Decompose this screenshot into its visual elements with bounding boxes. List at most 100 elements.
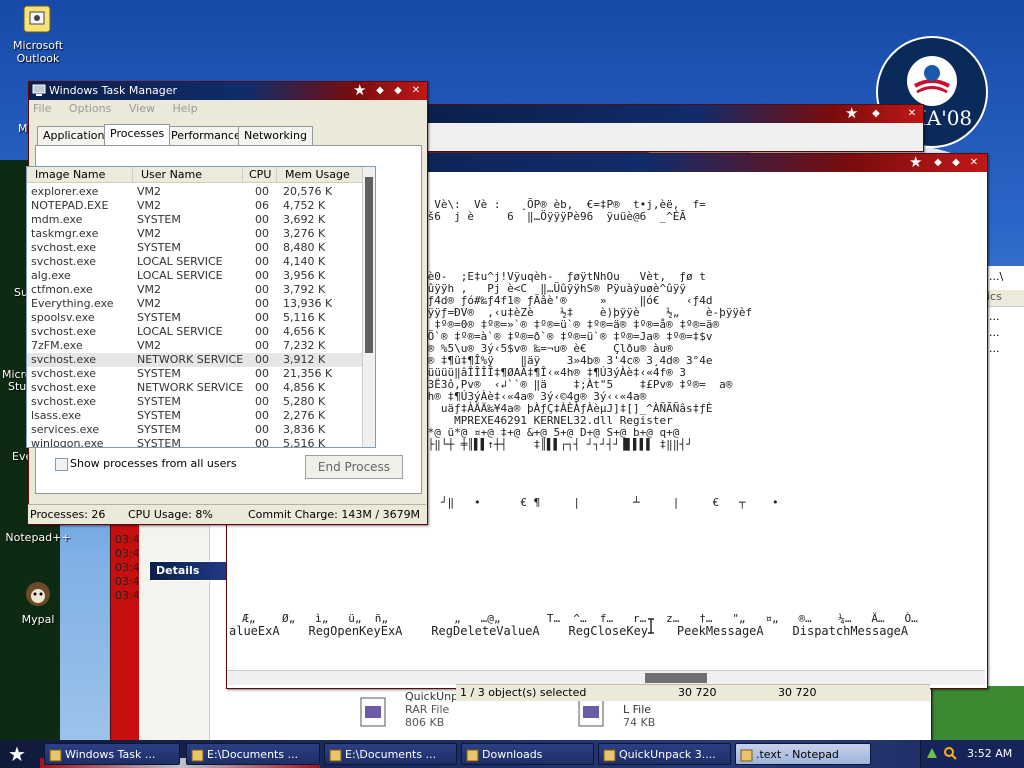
process-row[interactable]: svchost.exe SYSTEM 00 5,280 K xyxy=(27,395,367,409)
close-button[interactable]: ✕ xyxy=(905,107,919,120)
show-all-users-checkbox[interactable] xyxy=(55,458,68,471)
scroll-thumb[interactable] xyxy=(645,673,707,683)
process-mem-usage: 13,936 K xyxy=(283,297,333,310)
network-icon[interactable] xyxy=(925,746,939,760)
middle-window-titlebar[interactable]: ★ ◆ ✕ xyxy=(421,105,923,123)
process-user-name: SYSTEM xyxy=(137,241,181,254)
minimize-button[interactable]: ◆ xyxy=(373,84,387,97)
start-button[interactable]: ★ xyxy=(4,742,30,766)
middle-window[interactable]: ★ ◆ ✕ xyxy=(420,104,924,152)
process-row[interactable]: ctfmon.exe VM2 00 3,792 K xyxy=(27,283,367,297)
system-tray: 3:52 AM xyxy=(920,740,1024,768)
taskbar: ★ Windows Task ... E:\Documents ... E:\Doc… xyxy=(0,740,1024,768)
process-row[interactable]: svchost.exe LOCAL SERVICE 00 4,140 K xyxy=(27,255,367,269)
scroll-thumb[interactable] xyxy=(365,177,373,353)
process-image-name: 7zFM.exe xyxy=(31,339,83,352)
process-row[interactable]: taskmgr.exe VM2 00 3,276 K xyxy=(27,227,367,241)
task-icon xyxy=(466,748,479,762)
process-image-name: svchost.exe xyxy=(31,381,97,394)
minimize-button[interactable]: ◆ xyxy=(931,156,945,169)
close-button[interactable]: ✕ xyxy=(967,156,981,169)
column-header-user-name[interactable]: User Name xyxy=(133,167,243,183)
monitor-icon xyxy=(32,84,46,97)
process-row[interactable]: Everything.exe VM2 00 13,936 K xyxy=(27,297,367,311)
process-user-name: SYSTEM xyxy=(137,423,181,436)
process-cpu: 00 xyxy=(255,325,269,338)
process-mem-usage: 8,480 K xyxy=(283,241,326,254)
side-frag: ... xyxy=(989,310,1000,323)
time-cell: 03:4 xyxy=(115,589,140,602)
menu-options[interactable]: Options xyxy=(69,102,111,115)
process-user-name: SYSTEM xyxy=(137,367,181,380)
column-header-cpu[interactable]: CPU xyxy=(243,167,277,183)
menu-help[interactable]: Help xyxy=(172,102,197,115)
process-row[interactable]: NOTEPAD.EXE VM2 06 4,752 K xyxy=(27,199,367,213)
process-cpu: 00 xyxy=(255,395,269,408)
taskbar-task-button[interactable]: E:\Documents ... xyxy=(186,743,320,765)
process-user-name: VM2 xyxy=(137,227,162,240)
process-user-name: SYSTEM xyxy=(137,213,181,226)
desktop-icon-mypal[interactable]: Mypal xyxy=(0,578,76,626)
tab-processes[interactable]: Processes xyxy=(104,124,171,145)
desktop-icon-outlook[interactable]: Microsoft Outlook xyxy=(0,4,76,65)
taskbar-task-button[interactable]: Windows Task ... xyxy=(44,743,180,765)
end-process-button[interactable]: End Process xyxy=(305,455,403,479)
process-row[interactable]: svchost.exe LOCAL SERVICE 00 4,656 K xyxy=(27,325,367,339)
maximize-button[interactable]: ◆ xyxy=(391,84,405,97)
tab-performance[interactable]: Performance xyxy=(165,126,247,145)
task-manager-menubar: File Options View Help xyxy=(33,102,212,118)
column-header-image-name[interactable]: Image Name xyxy=(27,167,133,183)
horizontal-scrollbar[interactable] xyxy=(227,670,985,685)
process-user-name: LOCAL SERVICE xyxy=(137,325,223,338)
column-label: CPU xyxy=(249,168,272,181)
process-cpu: 00 xyxy=(255,409,269,422)
task-manager-titlebar[interactable]: Windows Task Manager ★ ◆ ◆ ✕ xyxy=(29,82,427,100)
process-row[interactable]: alg.exe LOCAL SERVICE 00 3,956 K xyxy=(27,269,367,283)
maximize-button[interactable]: ◆ xyxy=(949,156,963,169)
process-row[interactable]: lsass.exe SYSTEM 00 2,276 K xyxy=(27,409,367,423)
process-user-name: LOCAL SERVICE xyxy=(137,269,223,282)
process-row[interactable]: svchost.exe SYSTEM 00 21,356 K xyxy=(27,367,367,381)
process-image-name: NOTEPAD.EXE xyxy=(31,199,109,212)
process-list-scrollbar[interactable] xyxy=(362,167,375,447)
file-size: 806 KB xyxy=(405,716,445,729)
details-header[interactable]: Details xyxy=(149,561,235,581)
process-mem-usage: 21,356 K xyxy=(283,367,333,380)
process-cpu: 00 xyxy=(255,367,269,380)
process-row[interactable]: svchost.exe SYSTEM 00 8,480 K xyxy=(27,241,367,255)
notepad-api-line: alueExA RegOpenKeyExA RegDeleteValueA Re… xyxy=(229,624,909,638)
tab-networking[interactable]: Networking xyxy=(238,126,313,145)
menu-file[interactable]: File xyxy=(33,102,51,115)
search-icon[interactable] xyxy=(943,746,957,760)
process-row[interactable]: spoolsv.exe SYSTEM 00 5,116 K xyxy=(27,311,367,325)
process-cpu: 00 xyxy=(255,297,269,310)
taskbar-task-button[interactable]: E:\Documents ... xyxy=(324,743,457,765)
side-window[interactable]: ...\ ics ... ... ... xyxy=(984,266,1024,686)
task-label: QuickUnpack 3.... xyxy=(619,748,716,761)
process-row[interactable]: explorer.exe VM2 00 20,576 K xyxy=(27,185,367,199)
task-icon xyxy=(191,748,204,762)
status-cpu: CPU Usage: 8% xyxy=(128,508,213,521)
process-row[interactable]: mdm.exe SYSTEM 00 3,692 K xyxy=(27,213,367,227)
process-mem-usage: 4,656 K xyxy=(283,325,326,338)
star-icon: ★ xyxy=(909,153,923,171)
close-button[interactable]: ✕ xyxy=(409,84,423,97)
file-size: 74 KB xyxy=(623,716,656,729)
clock[interactable]: 3:52 AM xyxy=(967,747,1012,760)
process-row[interactable]: services.exe SYSTEM 00 3,836 K xyxy=(27,423,367,437)
explorer-side-panel xyxy=(139,501,210,741)
menu-view[interactable]: View xyxy=(129,102,155,115)
process-cpu: 00 xyxy=(255,255,269,268)
taskbar-task-button[interactable]: .text - Notepad xyxy=(735,743,871,765)
taskbar-task-button[interactable]: QuickUnpack 3.... xyxy=(598,743,731,765)
minimize-button[interactable]: ◆ xyxy=(869,107,883,120)
status-processes: Processes: 26 xyxy=(30,508,106,521)
column-header-mem-usage[interactable]: Mem Usage xyxy=(277,167,363,183)
process-list[interactable]: Image Name User Name CPU Mem Usage explo… xyxy=(26,166,376,448)
process-row[interactable]: svchost.exe NETWORK SERVICE 00 4,856 K xyxy=(27,381,367,395)
process-user-name: VM2 xyxy=(137,185,162,198)
process-row[interactable]: svchost.exe NETWORK SERVICE 00 3,912 K xyxy=(27,353,367,367)
taskbar-task-button[interactable]: Downloads xyxy=(461,743,594,765)
process-row[interactable]: 7zFM.exe VM2 00 7,232 K xyxy=(27,339,367,353)
process-row[interactable]: winlogon.exe SYSTEM 00 5,516 K xyxy=(27,437,367,447)
